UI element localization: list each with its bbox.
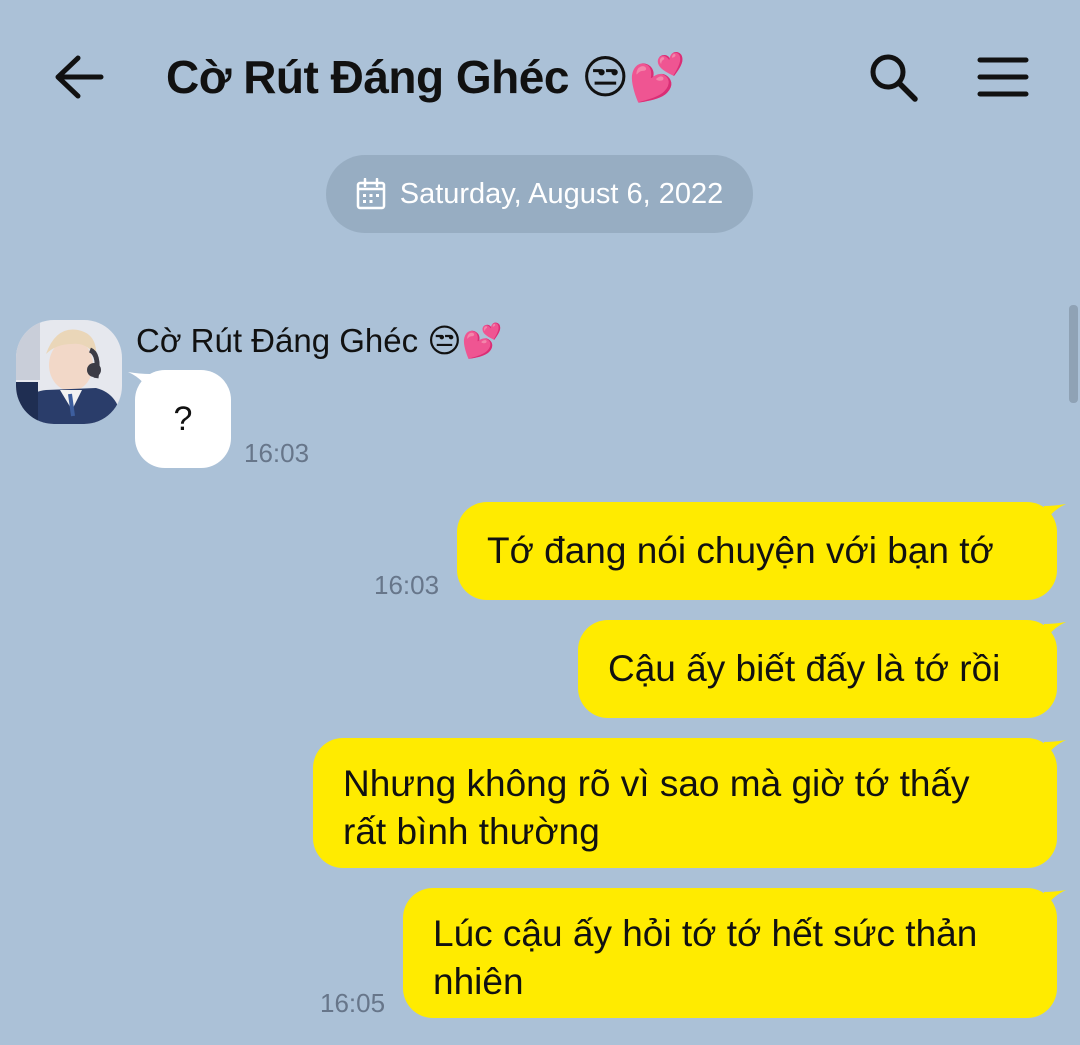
message-text-line: Nhưng không rõ vì sao mà giờ tớ thấy [343, 763, 970, 804]
message-text-line: nhiên [433, 961, 524, 1002]
message-text: Cậu ấy biết đấy là tớ rồi [608, 648, 1001, 689]
chat-header: Cờ Rút Đáng Ghéc 😒💕 [0, 0, 1080, 150]
scrollbar[interactable] [1069, 305, 1078, 403]
menu-button[interactable] [968, 44, 1038, 110]
message-timestamp: 16:03 [374, 570, 440, 600]
date-label: Saturday, August 6, 2022 [399, 177, 724, 210]
search-button[interactable] [858, 44, 928, 110]
bubble-tail [1044, 890, 1066, 910]
outgoing-message-bubble[interactable]: Nhưng không rõ vì sao mà giờ tớ thấy rất… [313, 738, 1057, 868]
bubble-tail [1044, 504, 1066, 524]
sender-name: Cờ Rút Đáng Ghéc 😒💕 [136, 322, 503, 359]
date-divider: Saturday, August 6, 2022 [326, 155, 753, 233]
arrow-left-icon [55, 55, 104, 99]
message-timestamp: 16:05 [320, 988, 386, 1018]
outgoing-message-bubble[interactable]: Cậu ấy biết đấy là tớ rồi [578, 620, 1057, 718]
chat-title: Cờ Rút Đáng Ghéc 😒💕 [166, 51, 686, 103]
bubble-tail [1044, 622, 1066, 642]
outgoing-message-bubble[interactable]: Lúc cậu ấy hỏi tớ tớ hết sức thản nhiên [403, 888, 1057, 1018]
message-text-line: rất bình thường [343, 811, 600, 852]
outgoing-message-bubble[interactable]: Tớ đang nói chuyện với bạn tớ [457, 502, 1057, 600]
message-timestamp: 16:03 [244, 438, 310, 468]
hamburger-menu-icon [977, 57, 1029, 97]
message-text: Tớ đang nói chuyện với bạn tớ [487, 530, 994, 571]
calendar-icon [356, 178, 386, 210]
avatar[interactable] [16, 320, 122, 424]
incoming-message-bubble[interactable]: ? [135, 370, 231, 468]
bubble-tail [1044, 740, 1066, 760]
search-icon [870, 54, 918, 102]
back-button[interactable] [46, 44, 112, 110]
message-text-line: Lúc cậu ấy hỏi tớ tớ hết sức thản [433, 913, 978, 954]
message-text: ? [173, 399, 193, 438]
